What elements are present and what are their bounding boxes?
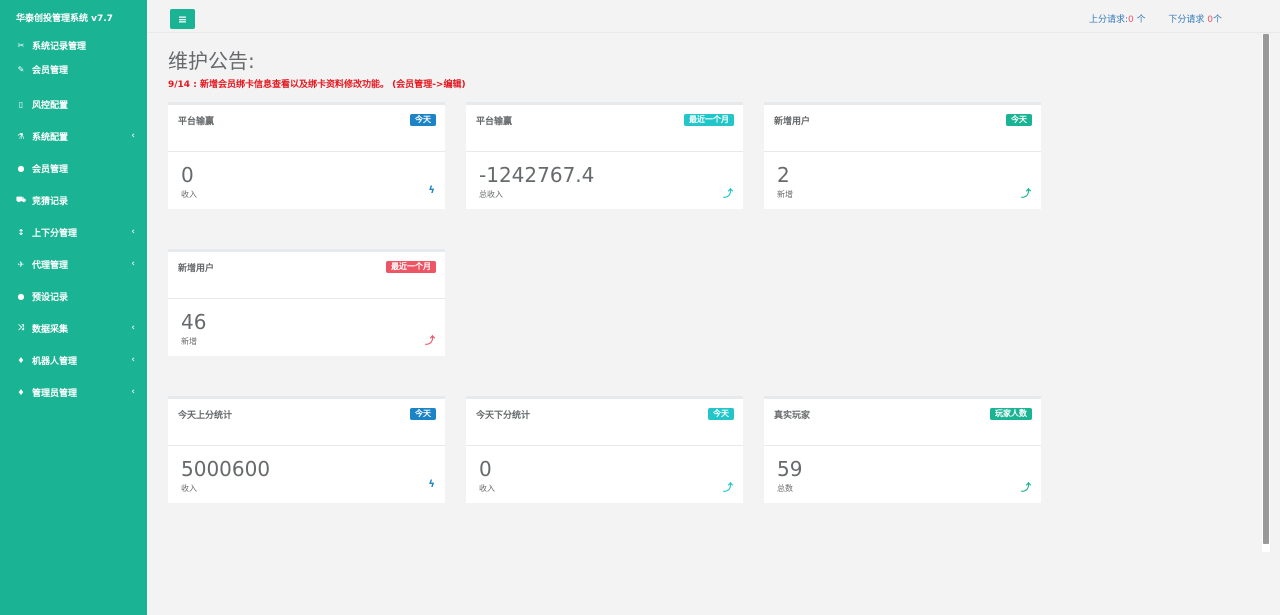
sidebar-item-risk-config[interactable]: ▯ 风控配置 — [0, 92, 147, 116]
level-up-icon: ↕ — [17, 227, 25, 237]
stat-card-platform-today: 平台输赢 今天 0 收入 ϟ — [168, 102, 445, 209]
bolt-icon: ϟ — [428, 479, 435, 490]
hamburger-icon: ≡ — [177, 12, 188, 26]
card-sub-label: 新增 — [777, 190, 793, 199]
level-up-icon: ⤴ — [425, 336, 435, 347]
card-value: 59 — [777, 457, 803, 481]
notice-title: 维护公告: — [168, 49, 255, 73]
sidebar-item-system-records[interactable]: ✂ 系统记录管理 — [0, 33, 147, 57]
stat-card-credit-in-today: 今天上分统计 今天 5000600 收入 ϟ — [168, 396, 445, 503]
sidebar-item-label: 管理员管理 — [32, 388, 78, 399]
level-up-icon: ⤴ — [723, 189, 733, 200]
sidebar-item-label: 系统配置 — [32, 132, 69, 143]
car-icon: ⛟ — [16, 195, 27, 204]
chevron-left-icon: ‹ — [131, 259, 135, 269]
chevron-left-icon: ‹ — [131, 227, 135, 237]
card-value: -1242767.4 — [479, 163, 595, 187]
user-icon: ● — [17, 163, 25, 173]
level-up-icon: ⤴ — [1021, 189, 1031, 200]
paper-plane-icon: ✈ — [17, 259, 25, 269]
pencil-icon: ✎ — [17, 64, 25, 74]
stat-card-new-users-month: 新增用户 最近一个月 46 新增 ⤴ — [168, 249, 445, 356]
top-navbar: ≡ 上分请求:0 个 下分请求 0个 — [147, 0, 1280, 33]
person-icon: ♦ — [17, 355, 25, 365]
sidebar-item-label: 会员管理 — [32, 65, 69, 76]
sidebar-item-member-admin[interactable]: ● 会员管理 — [0, 156, 147, 180]
sidebar-item-preset-records[interactable]: ● 预设记录 — [0, 284, 147, 308]
sidebar: 华泰创投管理系统 v7.7 ✂ 系统记录管理 ✎ 会员管理 ▯ 风控配置 ⚗ 系… — [0, 0, 147, 615]
stat-card-credit-out-today: 今天下分统计 今天 0 收入 ⤴ — [466, 396, 743, 503]
sidebar-item-members[interactable]: ✎ 会员管理 — [0, 57, 147, 81]
menu-toggle-button[interactable]: ≡ — [170, 9, 195, 29]
card-sub-label: 总收入 — [479, 190, 503, 199]
sidebar-item-robot-management[interactable]: ♦ 机器人管理 ‹ — [0, 348, 147, 372]
sidebar-item-label: 竞猜记录 — [32, 196, 69, 207]
chevron-left-icon: ‹ — [131, 355, 135, 365]
sidebar-item-agent-management[interactable]: ✈ 代理管理 ‹ — [0, 252, 147, 276]
notice-text: 9/14 : 新增会员绑卡信息查看以及绑卡资料修改功能。 (会员管理->编辑) — [168, 80, 466, 90]
sidebar-item-label: 风控配置 — [32, 100, 69, 111]
sidebar-item-credit-management[interactable]: ↕ 上下分管理 ‹ — [0, 220, 147, 244]
card-value: 0 — [479, 457, 492, 481]
sidebar-item-label: 代理管理 — [32, 260, 69, 271]
card-title: 真实玩家 — [774, 411, 811, 421]
request-counters: 上分请求:0 个 下分请求 0个 — [1089, 12, 1222, 25]
sidebar-item-label: 预设记录 — [32, 292, 69, 303]
card-badge: 今天 — [708, 408, 734, 420]
file-icon: ▯ — [18, 99, 24, 109]
card-title: 今天上分统计 — [178, 411, 233, 421]
sidebar-item-label: 会员管理 — [32, 164, 69, 175]
card-value: 2 — [777, 163, 790, 187]
stat-card-platform-month: 平台输赢 最近一个月 -1242767.4 总收入 ⤴ — [466, 102, 743, 209]
sidebar-item-system-config[interactable]: ⚗ 系统配置 ‹ — [0, 124, 147, 148]
card-sub-label: 收入 — [479, 484, 495, 493]
sidebar-item-label: 机器人管理 — [32, 356, 78, 367]
sidebar-item-label: 上下分管理 — [32, 228, 78, 239]
scissors-icon: ✂ — [17, 40, 25, 50]
brand-title: 华泰创投管理系统 v7.7 — [16, 14, 113, 24]
card-sub-label: 收入 — [181, 484, 197, 493]
up-request-link[interactable]: 上分请求:0 个 — [1089, 15, 1146, 25]
sidebar-item-bet-records[interactable]: ⛟ 竞猜记录 — [0, 188, 147, 212]
stat-card-new-users-today: 新增用户 今天 2 新增 ⤴ — [764, 102, 1041, 209]
sidebar-item-data-collection[interactable]: ⤨ 数据采集 ‹ — [0, 316, 147, 340]
card-badge: 最近一个月 — [684, 114, 734, 126]
level-up-icon: ⤴ — [723, 483, 733, 494]
card-badge: 玩家人数 — [990, 408, 1032, 420]
chevron-left-icon: ‹ — [131, 131, 135, 141]
card-title: 平台输赢 — [178, 117, 215, 127]
shuffle-icon: ⤨ — [17, 323, 25, 332]
chevron-left-icon: ‹ — [131, 387, 135, 397]
stat-card-real-players: 真实玩家 玩家人数 59 总数 ⤴ — [764, 396, 1041, 503]
card-value: 0 — [181, 163, 194, 187]
sidebar-item-admin-management[interactable]: ♦ 管理员管理 ‹ — [0, 380, 147, 404]
card-badge: 今天 — [410, 408, 436, 420]
card-sub-label: 新增 — [181, 337, 197, 346]
down-request-link[interactable]: 下分请求 0个 — [1168, 15, 1222, 25]
card-title: 今天下分统计 — [476, 411, 531, 421]
card-sub-label: 收入 — [181, 190, 197, 199]
card-title: 新增用户 — [774, 117, 811, 127]
scrollbar-thumb[interactable] — [1263, 34, 1269, 544]
bolt-icon: ϟ — [428, 185, 435, 196]
card-sub-label: 总数 — [777, 484, 793, 493]
card-badge: 最近一个月 — [386, 261, 436, 273]
card-title: 新增用户 — [178, 264, 215, 274]
chevron-left-icon: ‹ — [131, 323, 135, 333]
user-icon: ● — [17, 291, 25, 301]
card-badge: 今天 — [410, 114, 436, 126]
sidebar-item-label: 系统记录管理 — [32, 41, 87, 52]
level-up-icon: ⤴ — [1021, 483, 1031, 494]
flask-icon: ⚗ — [17, 131, 25, 141]
card-value: 46 — [181, 310, 207, 334]
card-title: 平台输赢 — [476, 117, 513, 127]
person-icon: ♦ — [17, 387, 25, 397]
sidebar-item-label: 数据采集 — [32, 324, 69, 335]
card-badge: 今天 — [1006, 114, 1032, 126]
card-value: 5000600 — [181, 457, 271, 481]
